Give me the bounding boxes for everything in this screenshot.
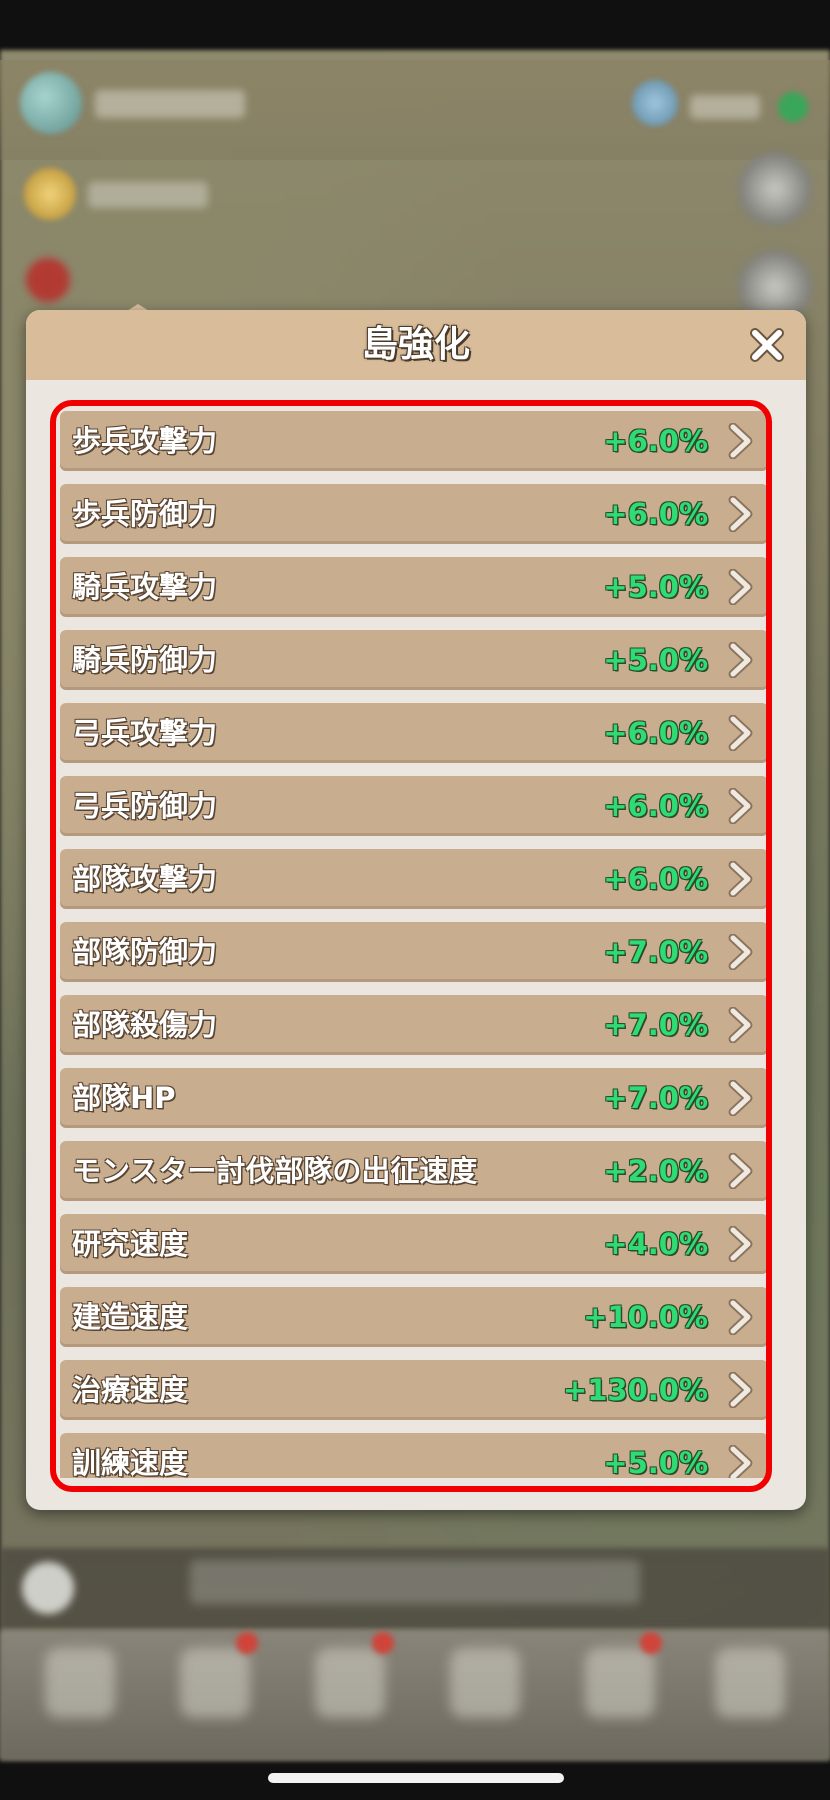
bonus-label: 治療速度 [72, 1373, 189, 1407]
bonus-value: +6.0% [603, 424, 708, 458]
bonus-label: 騎兵防御力 [72, 643, 218, 677]
bonus-row[interactable]: 部隊殺傷力 +7.0% [60, 995, 768, 1055]
dialog-header: 島強化 [26, 310, 806, 380]
bonus-value: +7.0% [603, 1008, 708, 1042]
background-badge-dot [236, 1632, 258, 1654]
chevron-right-icon [728, 861, 753, 897]
background-nav-icon [715, 1648, 785, 1718]
bonus-label: 弓兵攻撃力 [72, 716, 218, 750]
background-plus-icon [778, 92, 808, 122]
bonus-row[interactable]: 研究速度 +4.0% [60, 1214, 768, 1274]
background-bottom-nav [0, 1630, 830, 1760]
bonus-value: +5.0% [603, 1446, 708, 1478]
bonus-label: 弓兵防御力 [72, 789, 218, 823]
dialog-title: 島強化 [361, 324, 470, 365]
background-chat-icon [22, 1562, 74, 1614]
chevron-right-icon [728, 1372, 753, 1408]
background-player-name [95, 90, 245, 118]
close-x-icon [750, 328, 784, 362]
bonus-label: 部隊殺傷力 [72, 1008, 218, 1042]
background-gem-count [690, 95, 760, 119]
bonus-row[interactable]: 歩兵攻撃力 +6.0% [60, 411, 768, 471]
bonus-label: 騎兵攻撃力 [72, 570, 218, 604]
game-screen: 島強化 歩兵攻撃力 +6.0% 歩兵防御力 +6.0% 騎兵攻撃力 +5.0% 騎兵防御力 +… [0, 0, 830, 1800]
background-nav-icon [585, 1648, 655, 1718]
bonus-value: +7.0% [603, 1081, 708, 1115]
bonus-label: 部隊攻撃力 [72, 862, 218, 896]
bonus-label: 歩兵攻撃力 [72, 424, 218, 458]
chevron-right-icon [728, 1080, 753, 1116]
bonus-value: +6.0% [603, 497, 708, 531]
bonus-value: +7.0% [603, 935, 708, 969]
bonus-row[interactable]: 部隊攻撃力 +6.0% [60, 849, 768, 909]
bonus-row[interactable]: モンスター討伐部隊の出征速度 +2.0% [60, 1141, 768, 1201]
background-badge-dot [372, 1632, 394, 1654]
chevron-right-icon [728, 934, 753, 970]
chevron-right-icon [728, 1007, 753, 1043]
bonus-value: +10.0% [583, 1300, 708, 1334]
chevron-right-icon [728, 788, 753, 824]
background-badge-dot [640, 1632, 662, 1654]
chevron-right-icon [728, 569, 753, 605]
bonus-list-scroll[interactable]: 歩兵攻撃力 +6.0% 歩兵防御力 +6.0% 騎兵攻撃力 +5.0% 騎兵防御力 +5.0%… [60, 410, 768, 1478]
chevron-right-icon [728, 1445, 753, 1478]
bonus-row[interactable]: 弓兵防御力 +6.0% [60, 776, 768, 836]
background-nav-icon [450, 1648, 520, 1718]
bonus-label: 研究速度 [72, 1227, 189, 1261]
bonus-value: +4.0% [603, 1227, 708, 1261]
chevron-right-icon [728, 496, 753, 532]
background-coin-icon [24, 168, 76, 220]
bonus-label: モンスター討伐部隊の出征速度 [72, 1154, 478, 1188]
bonus-value: +5.0% [603, 643, 708, 677]
chevron-right-icon [728, 1226, 753, 1262]
background-coin-label [88, 182, 208, 208]
bonus-label: 部隊防御力 [72, 935, 218, 969]
bonus-label: 歩兵防御力 [72, 497, 218, 531]
chevron-right-icon [728, 1299, 753, 1335]
bonus-list: 歩兵攻撃力 +6.0% 歩兵防御力 +6.0% 騎兵攻撃力 +5.0% 騎兵防御力 +5.0%… [60, 410, 768, 1478]
bonus-label: 訓練速度 [72, 1446, 189, 1478]
bonus-value: +5.0% [603, 570, 708, 604]
bonus-row[interactable]: 部隊HP +7.0% [60, 1068, 768, 1128]
background-side-button [738, 152, 812, 226]
background-alert-icon [26, 258, 70, 302]
bonus-row[interactable]: 歩兵防御力 +6.0% [60, 484, 768, 544]
bonus-row[interactable]: 弓兵攻撃力 +6.0% [60, 703, 768, 763]
bonus-row[interactable]: 部隊防御力 +7.0% [60, 922, 768, 982]
close-button[interactable] [742, 320, 792, 370]
bonus-row[interactable]: 建造速度 +10.0% [60, 1287, 768, 1347]
background-nav-icon [45, 1648, 115, 1718]
bonus-value: +6.0% [603, 789, 708, 823]
bonus-row[interactable]: 治療速度 +130.0% [60, 1360, 768, 1420]
bonus-value: +6.0% [603, 716, 708, 750]
background-chat-text [190, 1560, 640, 1604]
chevron-right-icon [728, 1153, 753, 1189]
background-nav-icon [315, 1648, 385, 1718]
chevron-right-icon [728, 642, 753, 678]
bonus-row[interactable]: 訓練速度 +5.0% [60, 1433, 768, 1478]
bonus-row[interactable]: 騎兵攻撃力 +5.0% [60, 557, 768, 617]
bonus-row[interactable]: 騎兵防御力 +5.0% [60, 630, 768, 690]
background-nav-icon [180, 1648, 250, 1718]
home-indicator[interactable] [268, 1773, 564, 1783]
bonus-label: 建造速度 [72, 1300, 189, 1334]
bonus-value: +6.0% [603, 862, 708, 896]
chevron-right-icon [728, 715, 753, 751]
bonus-label: 部隊HP [72, 1081, 176, 1115]
bonus-value: +2.0% [603, 1154, 708, 1188]
chevron-right-icon [728, 423, 753, 459]
bonus-value: +130.0% [562, 1373, 708, 1407]
background-gem-icon [632, 80, 678, 126]
background-avatar [20, 72, 82, 134]
